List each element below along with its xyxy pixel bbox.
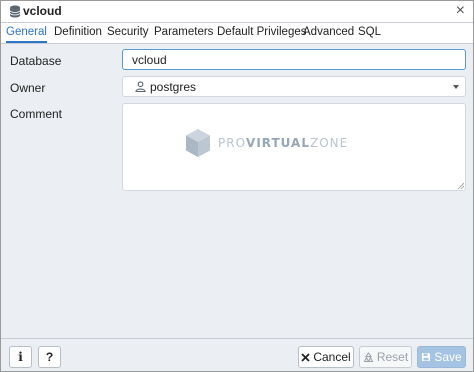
info-icon: i [18, 350, 23, 364]
tab-default-privileges[interactable]: Default Privileges [217, 23, 306, 42]
user-icon [135, 81, 146, 92]
comment-label: Comment [10, 107, 63, 121]
info-button[interactable]: i [9, 346, 32, 368]
title-bar[interactable]: vcloud × [1, 1, 473, 23]
cancel-label: Cancel [313, 350, 351, 364]
tab-security[interactable]: Security [107, 23, 149, 42]
resize-grip-icon[interactable] [457, 182, 464, 189]
owner-select[interactable]: postgres [122, 76, 466, 97]
watermark-text: PROVIRTUALZONE [218, 136, 349, 150]
tab-sql[interactable]: SQL [358, 23, 381, 42]
tab-definition[interactable]: Definition [54, 23, 102, 42]
watermark: PROVIRTUALZONE [184, 128, 347, 160]
help-icon: ? [45, 350, 54, 364]
database-name-input[interactable] [122, 49, 466, 70]
help-button[interactable]: ? [38, 346, 61, 368]
save-label: Save [434, 350, 462, 364]
tab-bar: General Definition Security Parameters D… [1, 23, 473, 44]
database-icon [9, 5, 21, 18]
recycle-icon [363, 351, 374, 362]
reset-button[interactable]: Reset [359, 346, 412, 368]
chevron-down-icon[interactable] [453, 85, 459, 89]
tab-advanced[interactable]: Advanced [303, 23, 354, 42]
database-label: Database [10, 54, 62, 68]
cancel-button[interactable]: Cancel [298, 346, 354, 368]
close-icon [301, 352, 310, 362]
dialog-title: vcloud [23, 4, 62, 18]
dialog-footer: i ? Cancel Reset Save [1, 338, 473, 371]
close-icon[interactable]: × [456, 2, 465, 20]
save-icon [422, 353, 431, 361]
reset-label: Reset [376, 350, 409, 364]
tab-parameters[interactable]: Parameters [154, 23, 213, 42]
cube-logo-icon [186, 129, 210, 157]
owner-value: postgres [150, 80, 197, 94]
save-button[interactable]: Save [417, 346, 466, 368]
owner-label: Owner [10, 81, 46, 95]
database-dialog: vcloud × General Definition Security Par… [0, 0, 474, 372]
tab-general[interactable]: General [6, 23, 47, 43]
